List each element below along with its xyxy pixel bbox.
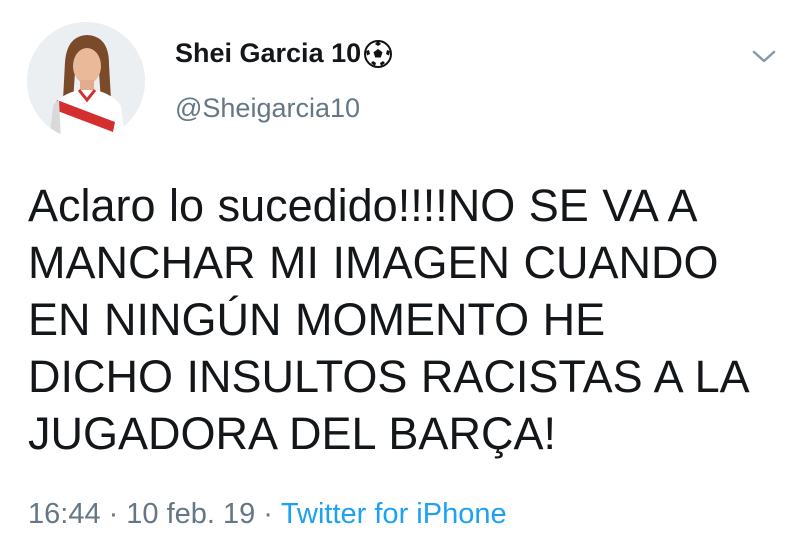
- tweet-text-line: Aclaro lo sucedido!!!!NO SE VA A: [28, 180, 698, 231]
- tweet-date[interactable]: 10 feb. 19: [126, 498, 255, 530]
- chevron-down-icon[interactable]: [750, 46, 778, 66]
- tweet-meta: 16:44 · 10 feb. 19 · Twitter for iPhone: [28, 500, 507, 529]
- tweet-text: Aclaro lo sucedido!!!!NO SE VA A MANCHAR…: [28, 177, 778, 462]
- display-name-row[interactable]: Shei Garcia 10: [175, 37, 393, 69]
- soccer-ball-icon: [363, 39, 393, 69]
- tweet-text-line: JUGADORA DEL BARÇA!: [28, 408, 556, 459]
- tweet-card: Shei Garcia 10 @Sheigarcia10 Aclaro lo s…: [0, 0, 800, 559]
- tweet-text-line: DICHO INSULTOS RACISTAS A LA: [28, 351, 750, 402]
- user-handle[interactable]: @Sheigarcia10: [175, 95, 360, 122]
- display-name[interactable]: Shei Garcia 10: [175, 39, 361, 67]
- meta-separator: ·: [263, 498, 273, 530]
- avatar[interactable]: [27, 22, 145, 140]
- tweet-time[interactable]: 16:44: [28, 498, 101, 530]
- tweet-text-line: EN NINGÚN MOMENTO HE: [28, 294, 606, 345]
- meta-separator: ·: [108, 498, 119, 530]
- tweet-source-link[interactable]: Twitter for iPhone: [281, 498, 507, 530]
- tweet-text-line: MANCHAR MI IMAGEN CUANDO: [28, 237, 719, 288]
